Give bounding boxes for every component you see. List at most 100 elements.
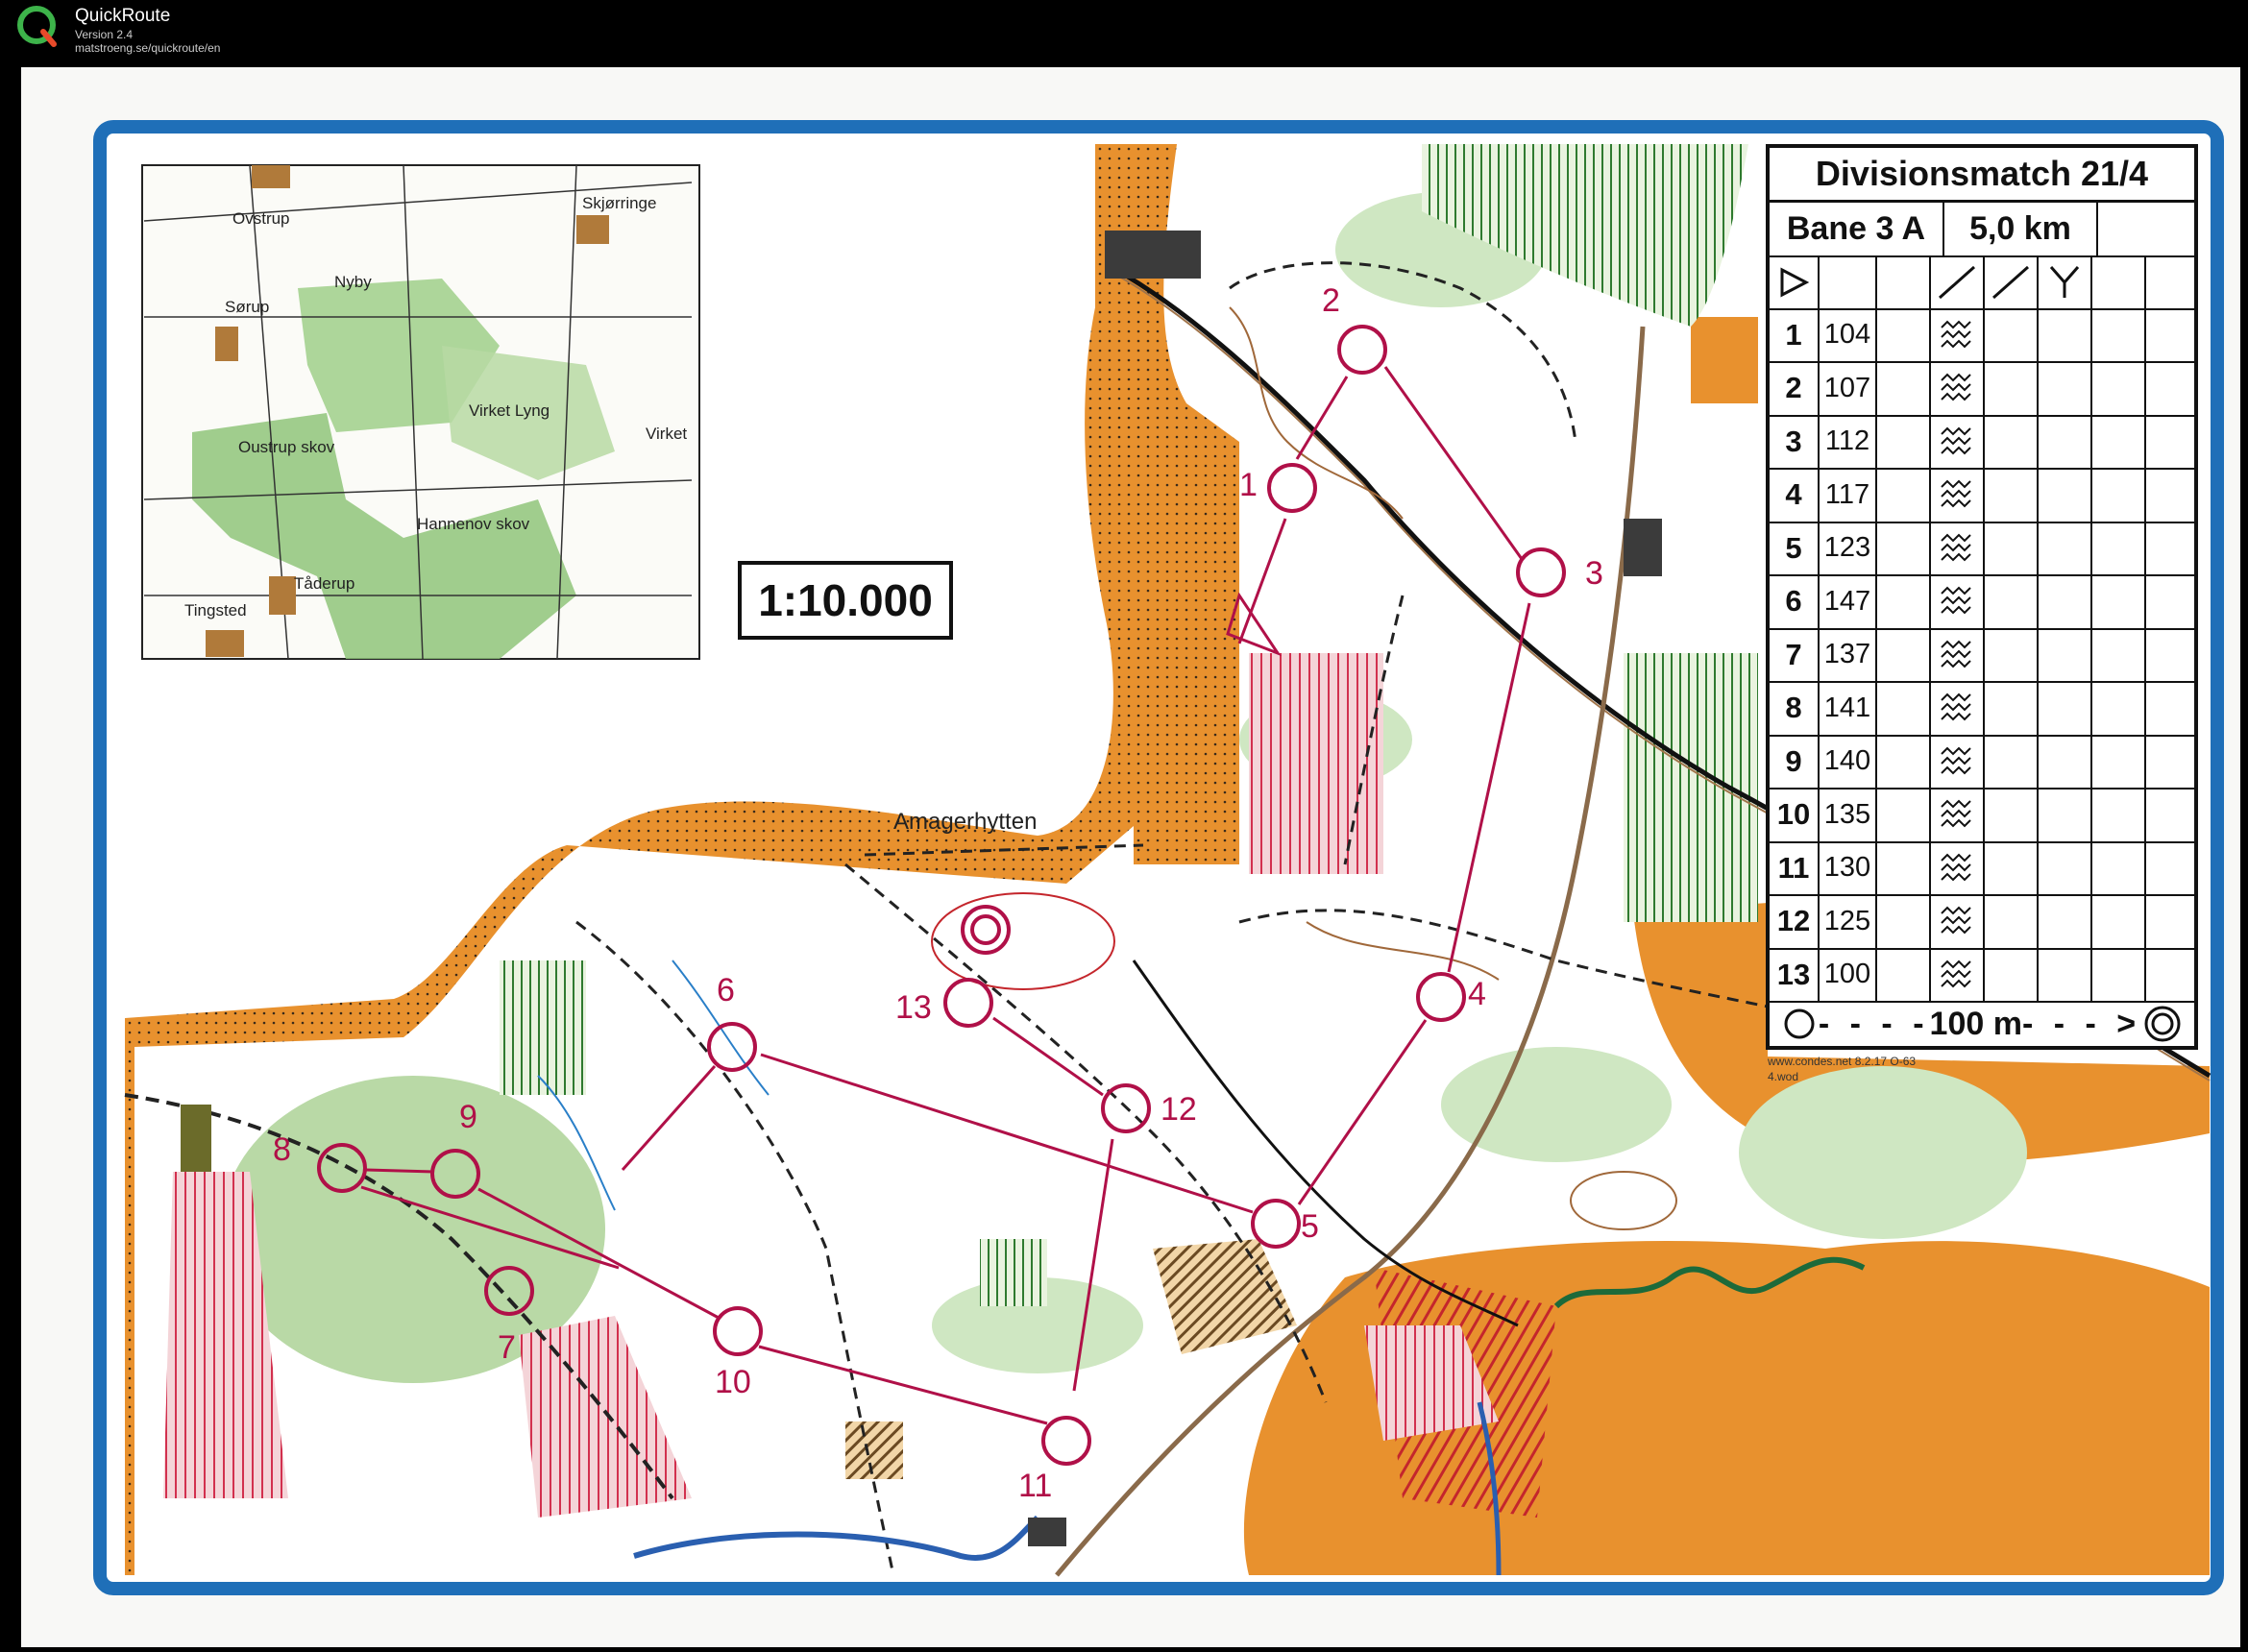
- control-code-cell: 117: [1820, 468, 1877, 522]
- control-circle-icon: [1784, 1008, 1815, 1039]
- control-number-cell: 7: [1770, 628, 1820, 681]
- feature-symbol-icon: [1931, 361, 1985, 415]
- control-code-cell: 137: [1820, 628, 1877, 681]
- building: [181, 1105, 211, 1172]
- control-number: 3: [1585, 555, 1603, 592]
- control-number: 11: [1018, 1468, 1053, 1504]
- control-code-cell: 123: [1820, 522, 1877, 574]
- control-code-cell: 141: [1820, 681, 1877, 735]
- course-length: 5,0 km: [1944, 203, 2098, 255]
- feature-symbol-icon: [1931, 522, 1985, 574]
- inset-label: Oustrup skov: [238, 438, 335, 456]
- control-number: 2: [1322, 282, 1340, 319]
- inset-label: Nyby: [334, 273, 372, 291]
- inset-label: Tåderup: [294, 574, 355, 593]
- control-number-cell: 12: [1770, 894, 1820, 948]
- road-crossing-icon: [1985, 255, 2039, 308]
- control-code-cell: 100: [1820, 948, 1877, 1001]
- control-row: 8 141: [1770, 681, 2194, 737]
- control-row: 13 100: [1770, 948, 2194, 1003]
- inset-label: Virket: [646, 425, 688, 443]
- inset-label: Virket Lyng: [469, 401, 550, 420]
- control-number: 8: [273, 1131, 291, 1168]
- control-number: 1: [1239, 467, 1258, 503]
- print-info: www.condes.net 8.2.17 O-63: [1768, 1055, 1917, 1068]
- control-number-cell: 11: [1770, 841, 1820, 894]
- feature-symbol-icon: [1931, 788, 1985, 841]
- finish-distance-label: 100 m: [1929, 1005, 2022, 1042]
- print-info: 4.wod: [1768, 1070, 1799, 1083]
- road-crossing-icon: [1931, 255, 1985, 308]
- rough-open-land: [845, 1421, 903, 1479]
- control-row: 7 137: [1770, 628, 2194, 683]
- cultivated-land: [1249, 653, 1383, 874]
- inset-label: Sørup: [225, 298, 270, 316]
- inset-label: Hannenov skov: [417, 515, 530, 533]
- control-number: 5: [1301, 1208, 1319, 1245]
- finish-distance: - - - - 100 m - - - >: [1770, 1001, 2194, 1047]
- control-number: 9: [459, 1099, 477, 1135]
- control-code-cell: 140: [1820, 735, 1877, 788]
- control-number-cell: 8: [1770, 681, 1820, 735]
- open-land-patch: [1691, 317, 1758, 403]
- control-number: 12: [1161, 1091, 1197, 1128]
- vegetation-patch: [1739, 1066, 2027, 1239]
- control-row: 12 125: [1770, 894, 2194, 950]
- finish-icon: [2144, 1006, 2181, 1042]
- control-row: 4 117: [1770, 468, 2194, 523]
- control-number: 7: [498, 1329, 516, 1366]
- control-row: 2 107: [1770, 361, 2194, 417]
- control-number-cell: 2: [1770, 361, 1820, 415]
- event-title: Divisionsmatch 21/4: [1770, 148, 2194, 203]
- control-number-cell: 5: [1770, 522, 1820, 574]
- control-descriptions: Divisionsmatch 21/4 Bane 3 A 5,0 km 1 104…: [1766, 144, 2198, 1050]
- undergrowth-area: [1624, 653, 1758, 922]
- course-header-row: Bane 3 A 5,0 km: [1770, 203, 2194, 257]
- undergrowth-area: [500, 960, 586, 1095]
- control-number-cell: 9: [1770, 735, 1820, 788]
- control-number-cell: 1: [1770, 308, 1820, 361]
- control-row: 5 123: [1770, 522, 2194, 576]
- control-number-cell: 4: [1770, 468, 1820, 522]
- start-triangle-icon: [1770, 255, 1820, 308]
- feature-symbol-icon: [1931, 574, 1985, 628]
- inset-label: Skjørringe: [582, 194, 657, 212]
- building: [1624, 519, 1662, 576]
- feature-symbol-icon: [1931, 628, 1985, 681]
- feature-symbol-icon: [1931, 735, 1985, 788]
- control-code-cell: 135: [1820, 788, 1877, 841]
- control-row: 10 135: [1770, 788, 2194, 843]
- control-code-cell: 107: [1820, 361, 1877, 415]
- place-label: Amagerhytten: [893, 809, 1038, 835]
- building: [1028, 1518, 1066, 1546]
- feature-symbol-icon: [1931, 948, 1985, 1001]
- inset-label: Tingsted: [184, 601, 247, 620]
- control-code-cell: 112: [1820, 415, 1877, 468]
- control-row: 3 112: [1770, 415, 2194, 470]
- control-number: 4: [1468, 976, 1486, 1012]
- control-number-cell: 6: [1770, 574, 1820, 628]
- control-code-cell: 125: [1820, 894, 1877, 948]
- course-class: Bane 3 A: [1770, 203, 1944, 255]
- inset-label: Ovstrup: [232, 209, 290, 228]
- control-row: 6 147: [1770, 574, 2194, 630]
- feature-symbol-icon: [1931, 468, 1985, 522]
- control-code-cell: 147: [1820, 574, 1877, 628]
- undergrowth-area: [980, 1239, 1047, 1306]
- control-row: 1 104: [1770, 308, 2194, 363]
- control-code-cell: 130: [1820, 841, 1877, 894]
- map-scale: 1:10.000: [738, 561, 953, 640]
- control-number: 10: [715, 1364, 751, 1400]
- control-code-cell: 104: [1820, 308, 1877, 361]
- control-number: 13: [895, 989, 932, 1026]
- feature-symbol-icon: [1931, 894, 1985, 948]
- control-number: 6: [717, 972, 735, 1008]
- control-number-cell: 10: [1770, 788, 1820, 841]
- control-number-cell: 13: [1770, 948, 1820, 1001]
- start-row: [1770, 255, 2194, 310]
- feature-symbol-icon: [1931, 841, 1985, 894]
- locator-inset: [141, 164, 700, 660]
- control-row: 11 130: [1770, 841, 2194, 896]
- feature-symbol-icon: [1931, 415, 1985, 468]
- control-row: 9 140: [1770, 735, 2194, 790]
